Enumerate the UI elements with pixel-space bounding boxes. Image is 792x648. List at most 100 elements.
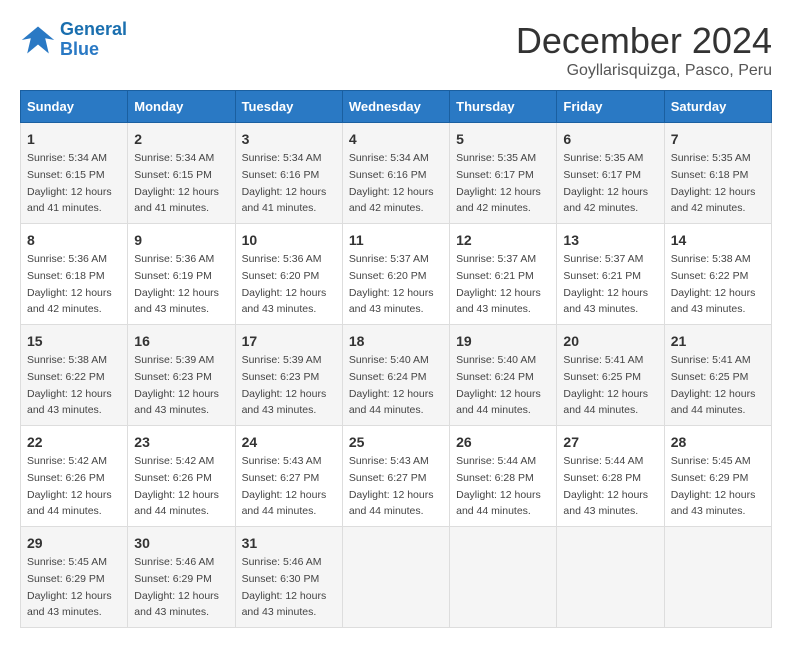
- sunrise-info: Sunrise: 5:34 AM: [134, 152, 214, 164]
- calendar-cell: [664, 527, 771, 628]
- daylight-info: Daylight: 12 hoursand 43 minutes.: [27, 590, 112, 619]
- daylight-info: Daylight: 12 hoursand 43 minutes.: [134, 388, 219, 417]
- sunrise-info: Sunrise: 5:34 AM: [349, 152, 429, 164]
- calendar-week-row: 8 Sunrise: 5:36 AM Sunset: 6:18 PM Dayli…: [21, 224, 772, 325]
- sunset-info: Sunset: 6:15 PM: [27, 169, 105, 181]
- daylight-info: Daylight: 12 hoursand 43 minutes.: [242, 287, 327, 316]
- sunrise-info: Sunrise: 5:36 AM: [134, 253, 214, 265]
- calendar-cell: 5 Sunrise: 5:35 AM Sunset: 6:17 PM Dayli…: [450, 123, 557, 224]
- sunset-info: Sunset: 6:16 PM: [242, 169, 320, 181]
- sunrise-info: Sunrise: 5:37 AM: [349, 253, 429, 265]
- calendar-cell: 31 Sunrise: 5:46 AM Sunset: 6:30 PM Dayl…: [235, 527, 342, 628]
- sunrise-info: Sunrise: 5:44 AM: [456, 455, 536, 467]
- sunset-info: Sunset: 6:21 PM: [563, 270, 641, 282]
- daylight-info: Daylight: 12 hoursand 43 minutes.: [134, 590, 219, 619]
- sunrise-info: Sunrise: 5:46 AM: [242, 556, 322, 568]
- calendar-cell: 7 Sunrise: 5:35 AM Sunset: 6:18 PM Dayli…: [664, 123, 771, 224]
- sunset-info: Sunset: 6:20 PM: [242, 270, 320, 282]
- daylight-info: Daylight: 12 hoursand 44 minutes.: [456, 388, 541, 417]
- sunrise-info: Sunrise: 5:39 AM: [242, 354, 322, 366]
- sunset-info: Sunset: 6:22 PM: [27, 371, 105, 383]
- calendar-header-row: SundayMondayTuesdayWednesdayThursdayFrid…: [21, 91, 772, 123]
- calendar-cell: [342, 527, 449, 628]
- calendar-cell: 25 Sunrise: 5:43 AM Sunset: 6:27 PM Dayl…: [342, 426, 449, 527]
- sunset-info: Sunset: 6:23 PM: [242, 371, 320, 383]
- sunrise-info: Sunrise: 5:46 AM: [134, 556, 214, 568]
- day-number: 13: [563, 230, 657, 251]
- daylight-info: Daylight: 12 hoursand 41 minutes.: [134, 186, 219, 215]
- logo: General Blue: [20, 20, 127, 60]
- calendar-week-row: 29 Sunrise: 5:45 AM Sunset: 6:29 PM Dayl…: [21, 527, 772, 628]
- sunrise-info: Sunrise: 5:40 AM: [349, 354, 429, 366]
- sunset-info: Sunset: 6:19 PM: [134, 270, 212, 282]
- daylight-info: Daylight: 12 hoursand 43 minutes.: [242, 590, 327, 619]
- sunrise-info: Sunrise: 5:35 AM: [456, 152, 536, 164]
- sunset-info: Sunset: 6:26 PM: [134, 472, 212, 484]
- calendar-cell: 19 Sunrise: 5:40 AM Sunset: 6:24 PM Dayl…: [450, 325, 557, 426]
- column-header-monday: Monday: [128, 91, 235, 123]
- day-number: 10: [242, 230, 336, 251]
- day-number: 25: [349, 432, 443, 453]
- day-number: 23: [134, 432, 228, 453]
- calendar-cell: [557, 527, 664, 628]
- calendar-cell: 27 Sunrise: 5:44 AM Sunset: 6:28 PM Dayl…: [557, 426, 664, 527]
- sunset-info: Sunset: 6:24 PM: [456, 371, 534, 383]
- day-number: 2: [134, 129, 228, 150]
- day-number: 3: [242, 129, 336, 150]
- calendar-cell: 10 Sunrise: 5:36 AM Sunset: 6:20 PM Dayl…: [235, 224, 342, 325]
- calendar-cell: 11 Sunrise: 5:37 AM Sunset: 6:20 PM Dayl…: [342, 224, 449, 325]
- day-number: 9: [134, 230, 228, 251]
- daylight-info: Daylight: 12 hoursand 42 minutes.: [671, 186, 756, 215]
- page-header: General Blue December 2024 Goyllarisquiz…: [20, 20, 772, 80]
- sunrise-info: Sunrise: 5:40 AM: [456, 354, 536, 366]
- calendar-cell: 6 Sunrise: 5:35 AM Sunset: 6:17 PM Dayli…: [557, 123, 664, 224]
- sunset-info: Sunset: 6:17 PM: [563, 169, 641, 181]
- sunset-info: Sunset: 6:18 PM: [27, 270, 105, 282]
- calendar-cell: 20 Sunrise: 5:41 AM Sunset: 6:25 PM Dayl…: [557, 325, 664, 426]
- sunset-info: Sunset: 6:20 PM: [349, 270, 427, 282]
- sunrise-info: Sunrise: 5:45 AM: [671, 455, 751, 467]
- daylight-info: Daylight: 12 hoursand 44 minutes.: [242, 489, 327, 518]
- sunset-info: Sunset: 6:25 PM: [671, 371, 749, 383]
- calendar-cell: 9 Sunrise: 5:36 AM Sunset: 6:19 PM Dayli…: [128, 224, 235, 325]
- sunrise-info: Sunrise: 5:37 AM: [563, 253, 643, 265]
- day-number: 17: [242, 331, 336, 352]
- daylight-info: Daylight: 12 hoursand 44 minutes.: [349, 489, 434, 518]
- daylight-info: Daylight: 12 hoursand 43 minutes.: [134, 287, 219, 316]
- sunset-info: Sunset: 6:26 PM: [27, 472, 105, 484]
- column-header-tuesday: Tuesday: [235, 91, 342, 123]
- day-number: 20: [563, 331, 657, 352]
- sunrise-info: Sunrise: 5:41 AM: [563, 354, 643, 366]
- sunrise-info: Sunrise: 5:36 AM: [242, 253, 322, 265]
- daylight-info: Daylight: 12 hoursand 44 minutes.: [134, 489, 219, 518]
- sunrise-info: Sunrise: 5:44 AM: [563, 455, 643, 467]
- calendar-cell: 16 Sunrise: 5:39 AM Sunset: 6:23 PM Dayl…: [128, 325, 235, 426]
- sunset-info: Sunset: 6:22 PM: [671, 270, 749, 282]
- sunrise-info: Sunrise: 5:43 AM: [349, 455, 429, 467]
- daylight-info: Daylight: 12 hoursand 43 minutes.: [671, 287, 756, 316]
- sunset-info: Sunset: 6:16 PM: [349, 169, 427, 181]
- sunrise-info: Sunrise: 5:41 AM: [671, 354, 751, 366]
- calendar-table: SundayMondayTuesdayWednesdayThursdayFrid…: [20, 90, 772, 628]
- day-number: 4: [349, 129, 443, 150]
- calendar-cell: [450, 527, 557, 628]
- day-number: 7: [671, 129, 765, 150]
- daylight-info: Daylight: 12 hoursand 43 minutes.: [242, 388, 327, 417]
- sunrise-info: Sunrise: 5:42 AM: [134, 455, 214, 467]
- daylight-info: Daylight: 12 hoursand 41 minutes.: [27, 186, 112, 215]
- day-number: 27: [563, 432, 657, 453]
- calendar-cell: 14 Sunrise: 5:38 AM Sunset: 6:22 PM Dayl…: [664, 224, 771, 325]
- column-header-friday: Friday: [557, 91, 664, 123]
- sunrise-info: Sunrise: 5:39 AM: [134, 354, 214, 366]
- calendar-week-row: 15 Sunrise: 5:38 AM Sunset: 6:22 PM Dayl…: [21, 325, 772, 426]
- daylight-info: Daylight: 12 hoursand 43 minutes.: [671, 489, 756, 518]
- day-number: 1: [27, 129, 121, 150]
- month-title: December 2024: [516, 20, 772, 62]
- logo-icon: [20, 22, 56, 58]
- sunrise-info: Sunrise: 5:37 AM: [456, 253, 536, 265]
- daylight-info: Daylight: 12 hoursand 42 minutes.: [349, 186, 434, 215]
- sunset-info: Sunset: 6:15 PM: [134, 169, 212, 181]
- daylight-info: Daylight: 12 hoursand 42 minutes.: [27, 287, 112, 316]
- sunset-info: Sunset: 6:27 PM: [349, 472, 427, 484]
- sunset-info: Sunset: 6:29 PM: [27, 573, 105, 585]
